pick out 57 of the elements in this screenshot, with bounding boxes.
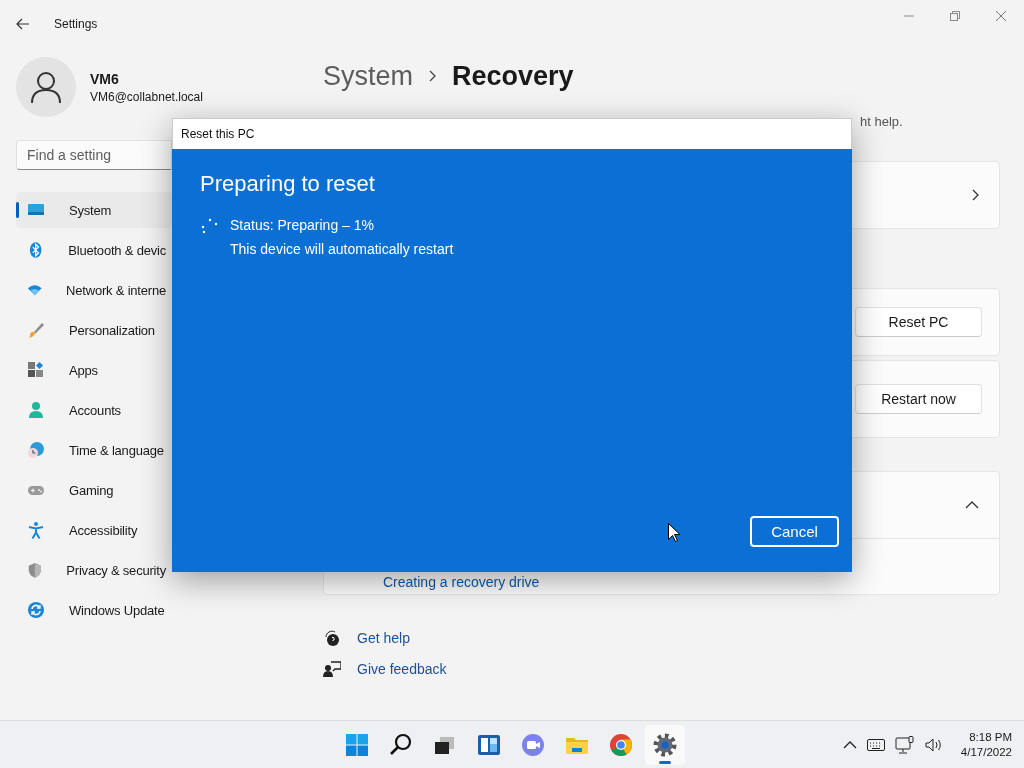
status-text: Status: Preparing – 1% [230, 217, 375, 233]
help-link[interactable]: Get help [357, 630, 410, 646]
restart-note: This device will automatically restart [230, 241, 454, 257]
back-arrow-icon [16, 18, 30, 30]
action-button[interactable]: Restart now [855, 384, 982, 414]
sidebar-item[interactable]: System [16, 192, 172, 228]
shield-icon [26, 561, 43, 579]
sidebar-item[interactable]: Accessibility [16, 512, 172, 548]
update-icon [27, 601, 45, 619]
sidebar-item[interactable]: Apps [16, 352, 172, 388]
person-icon [27, 401, 45, 419]
globe-clock-icon [27, 441, 45, 459]
description-text: ht help. [860, 114, 903, 129]
volume-icon[interactable] [924, 736, 943, 753]
recovery-drive-link[interactable]: Creating a recovery drive [383, 574, 540, 590]
apps-icon [27, 361, 45, 379]
sidebar-item[interactable]: Network & interne [16, 272, 172, 308]
accessibility-icon [27, 521, 45, 539]
keyboard-icon[interactable] [866, 738, 885, 751]
sidebar-item[interactable]: Gaming [16, 472, 172, 508]
sidebar-item[interactable]: Privacy & security [16, 552, 172, 588]
chevron-right-icon[interactable] [972, 189, 979, 201]
sidebar-item[interactable]: Time & language [16, 432, 172, 468]
chevron-up-icon[interactable] [842, 740, 857, 749]
maximize-icon[interactable] [950, 11, 960, 21]
spinner-icon [200, 217, 220, 235]
sidebar-item[interactable]: Personalization [16, 312, 172, 348]
sidebar-item[interactable]: Bluetooth & devic [16, 232, 172, 268]
dialog-heading: Preparing to reset [200, 171, 376, 197]
mouse-cursor-icon [668, 523, 680, 542]
feedback-icon [323, 660, 341, 678]
windows-logo-icon [343, 731, 371, 759]
back-button[interactable] [16, 18, 30, 30]
page-title: Recovery [452, 60, 574, 92]
action-button[interactable]: Reset PC [855, 307, 982, 337]
chrome-icon [607, 731, 635, 759]
chevron-right-icon [429, 70, 437, 82]
chevron-up-icon[interactable] [965, 501, 979, 509]
clock-date[interactable]: 4/17/2022 [960, 746, 1012, 758]
search-field[interactable]: Find a setting [16, 140, 172, 170]
cancel-button[interactable]: Cancel [750, 516, 839, 547]
sidebar-item[interactable]: Accounts [16, 392, 172, 428]
clock-time[interactable]: 8:18 PM [969, 731, 1012, 743]
help-icon [323, 629, 341, 647]
window-title: Settings [54, 17, 98, 31]
gear-icon [651, 731, 679, 759]
dialog-title: Reset this PC [181, 127, 255, 141]
user-email: VM6@collabnet.local [90, 89, 203, 104]
brush-icon [27, 321, 45, 339]
user-name: VM6 [90, 70, 120, 87]
chat-icon [519, 731, 547, 759]
sidebar-item[interactable]: Windows Update [16, 592, 172, 628]
help-link[interactable]: Give feedback [357, 661, 447, 677]
breadcrumb-link[interactable]: System [323, 60, 414, 92]
close-icon[interactable] [996, 11, 1006, 21]
taskbar-button[interactable] [645, 725, 685, 765]
network-icon[interactable] [894, 735, 915, 754]
